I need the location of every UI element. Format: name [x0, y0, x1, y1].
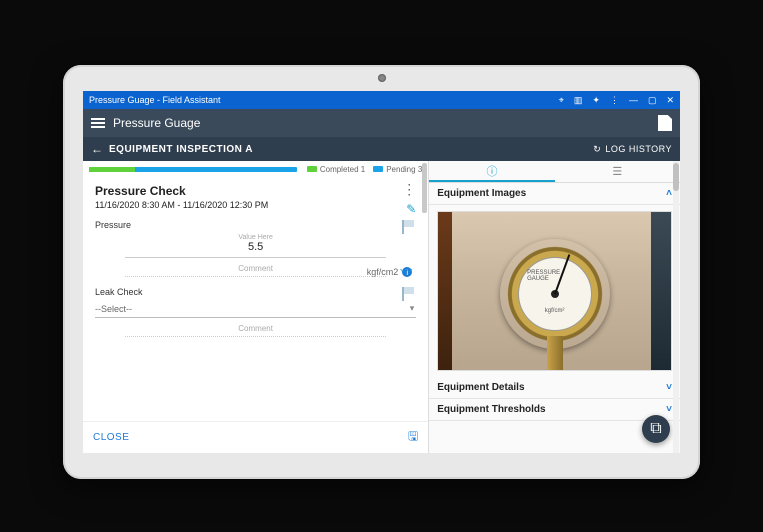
pressure-underline: [125, 257, 386, 258]
log-history-label: LOG HISTORY: [605, 144, 672, 154]
left-scrollbar-thumb[interactable]: [422, 163, 427, 213]
leak-select[interactable]: --Select--: [95, 301, 416, 318]
tab-list[interactable]: ☰: [555, 161, 680, 182]
leak-comment[interactable]: Comment: [125, 324, 386, 337]
os-window-controls: ⌖ ▥ ✦ ⋮ — ▢ ✕: [559, 96, 674, 105]
leak-select-wrap: --Select--: [95, 301, 416, 318]
os-titlebar: Pressure Guage - Field Assistant ⌖ ▥ ✦ ⋮…: [83, 91, 680, 109]
gauge-icon: PRESSURE GAUGE kgf/cm²: [500, 239, 610, 349]
save-icon[interactable]: 🖫: [408, 427, 418, 448]
pressure-value-box[interactable]: Value Here 5.5: [238, 234, 273, 253]
image-beam-left: [438, 212, 452, 370]
progress-legend: Completed 1 Pending 3: [307, 165, 422, 174]
check-title: Pressure Check: [95, 184, 416, 198]
content-body: Completed 1 Pending 3 ⋮ Pressure Check ✎…: [83, 161, 680, 453]
app-header: Pressure Guage: [83, 109, 680, 137]
gauge-unit: kgf/cm²: [545, 308, 565, 314]
left-footer: CLOSE 🖫: [83, 421, 428, 453]
equipment-image: PRESSURE GAUGE kgf/cm²: [437, 211, 672, 371]
chevron-up-icon: ˄: [666, 188, 672, 199]
app-screen: Pressure Guage - Field Assistant ⌖ ▥ ✦ ⋮…: [83, 91, 680, 453]
flag-icon[interactable]: [402, 220, 416, 230]
close-window-icon[interactable]: ✕: [666, 96, 674, 105]
progress-done: [89, 167, 135, 172]
accordion-thresholds[interactable]: Equipment Thresholds ˅: [429, 399, 680, 421]
pressure-comment[interactable]: Comment: [125, 264, 386, 277]
more-icon[interactable]: ⋮: [610, 96, 619, 105]
gauge-pipe: [547, 336, 563, 370]
tab-info[interactable]: ⓘ: [429, 161, 554, 182]
leak-label: Leak Check: [95, 287, 416, 297]
field-leak: Leak Check --Select-- Comment: [95, 287, 416, 337]
gauge-center: [551, 290, 559, 298]
menu-icon[interactable]: [91, 118, 105, 128]
left-pane: Completed 1 Pending 3 ⋮ Pressure Check ✎…: [83, 161, 429, 453]
os-title: Pressure Guage - Field Assistant: [89, 95, 559, 105]
pressure-value-header: Value Here: [238, 234, 273, 241]
tablet-frame: Pressure Guage - Field Assistant ⌖ ▥ ✦ ⋮…: [63, 65, 700, 479]
log-history-button[interactable]: ↻ LOG HISTORY: [593, 144, 672, 155]
form-area: ⋮ Pressure Check ✎ 11/16/2020 8:30 AM - …: [83, 178, 428, 421]
tablet-camera: [378, 74, 386, 82]
breadcrumb: EQUIPMENT INSPECTION A: [109, 144, 593, 155]
app-title: Pressure Guage: [113, 116, 658, 130]
maximize-icon[interactable]: ▢: [648, 96, 657, 105]
edit-icon[interactable]: ✎: [406, 202, 416, 216]
fab-copy-button[interactable]: ⧉: [642, 415, 670, 443]
right-tabs: ⓘ ☰: [429, 161, 680, 183]
gauge-label: PRESSURE GAUGE: [527, 270, 582, 282]
history-icon: ↻: [593, 144, 601, 155]
progress-bar: [89, 167, 297, 172]
chevron-down-icon: ˅: [666, 382, 672, 393]
kebab-icon[interactable]: ⋮: [402, 184, 416, 194]
accordion-details[interactable]: Equipment Details ˅: [429, 377, 680, 399]
right-scrollbar-track: [673, 161, 679, 453]
chevron-down-icon: ˅: [666, 404, 672, 415]
accordion-images[interactable]: Equipment Images ˄: [429, 183, 680, 205]
right-scrollbar-thumb[interactable]: [673, 163, 679, 191]
legend-pending: Pending 3: [373, 165, 422, 174]
close-button[interactable]: CLOSE: [93, 432, 129, 443]
copy-icon: ⧉: [650, 420, 661, 438]
acc-details-label: Equipment Details: [437, 382, 524, 393]
document-icon[interactable]: [658, 115, 672, 131]
pressure-label: Pressure: [95, 220, 416, 230]
progress-row: Completed 1 Pending 3: [83, 161, 428, 178]
pressure-value: 5.5: [238, 241, 273, 253]
extension-icon[interactable]: ✦: [592, 96, 600, 105]
back-icon[interactable]: ←: [91, 142, 103, 156]
pressure-value-row: Value Here 5.5: [95, 234, 416, 253]
check-range: 11/16/2020 8:30 AM - 11/16/2020 12:30 PM: [95, 200, 416, 210]
legend-completed: Completed 1: [307, 165, 365, 174]
location-icon[interactable]: ⌖: [559, 96, 564, 105]
field-pressure: Pressure Value Here 5.5 kgf/cm2 i C: [95, 220, 416, 277]
sub-header: ← EQUIPMENT INSPECTION A ↻ LOG HISTORY: [83, 137, 680, 161]
list-tab-icon: ☰: [612, 165, 622, 178]
right-pane: ⓘ ☰ Equipment Images ˄ PRESSURE GAUGE kg: [429, 161, 680, 453]
info-tab-icon: ⓘ: [486, 163, 497, 179]
acc-thresholds-label: Equipment Thresholds: [437, 404, 545, 415]
flag-icon[interactable]: [402, 287, 416, 297]
trend-icon[interactable]: 〰: [400, 262, 412, 279]
acc-images-label: Equipment Images: [437, 188, 526, 199]
notes-icon[interactable]: ▥: [574, 96, 583, 105]
minimize-icon[interactable]: —: [629, 96, 638, 105]
image-beam-right: [651, 212, 671, 370]
